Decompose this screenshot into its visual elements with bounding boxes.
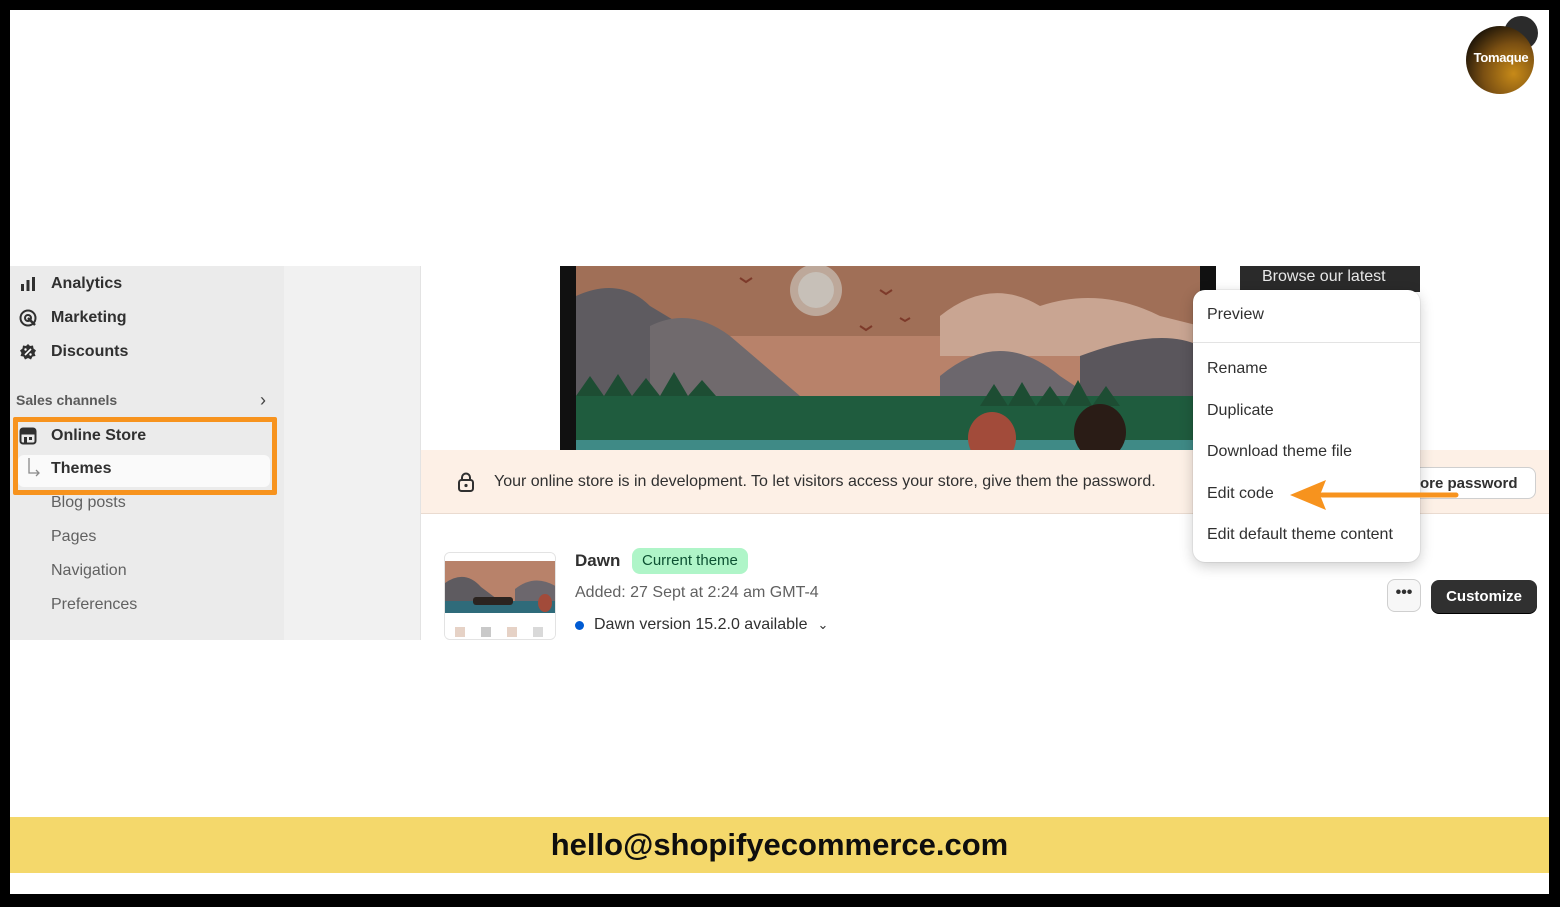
nav-preferences[interactable]: Preferences <box>51 596 137 614</box>
shopify-admin: Analytics Marketing Discounts Sales chan… <box>10 266 1549 640</box>
nav-discounts-label: Discounts <box>51 343 129 360</box>
theme-name: Dawn <box>575 551 621 570</box>
theme-version-notice[interactable]: Dawn version 15.2.0 available ⌄ <box>575 616 828 634</box>
nav-analytics-label: Analytics <box>51 275 123 292</box>
nav-blog-posts[interactable]: Blog posts <box>51 494 126 512</box>
pointer-arrow-icon <box>1288 478 1460 517</box>
preview-side-image: Browse our latest <box>1240 266 1420 292</box>
nav-navigation[interactable]: Navigation <box>51 562 127 580</box>
sidebar: Analytics Marketing Discounts Sales chan… <box>10 266 284 640</box>
analytics-icon <box>18 274 38 294</box>
current-theme-badge: Current theme <box>632 548 748 574</box>
tomaque-logo: Tomaque <box>1466 16 1538 94</box>
highlight-box <box>13 417 277 495</box>
discounts-icon <box>18 342 38 362</box>
menu-item-edit-default-theme-content[interactable]: Edit default theme content <box>1207 526 1393 544</box>
screenshot-frame: Tomaque Analytics Marketing Discounts Sa… <box>10 10 1549 894</box>
more-actions-button[interactable]: ••• <box>1387 579 1421 612</box>
menu-item-edit-code[interactable]: Edit code <box>1207 485 1274 503</box>
nav-marketing[interactable]: Marketing <box>18 304 127 332</box>
contact-email-bar[interactable]: hello@shopifyecommerce.com <box>10 817 1549 873</box>
menu-separator <box>1193 342 1420 343</box>
development-message: Your online store is in development. To … <box>494 473 1156 490</box>
nav-analytics[interactable]: Analytics <box>18 270 122 298</box>
menu-item-download-theme-file[interactable]: Download theme file <box>1207 443 1352 461</box>
theme-preview-image <box>560 266 1216 450</box>
sales-channels-label: Sales channels <box>16 392 118 408</box>
marketing-icon <box>18 308 38 328</box>
theme-thumbnail <box>444 552 556 640</box>
status-dot-icon <box>575 620 584 630</box>
menu-item-duplicate[interactable]: Duplicate <box>1207 402 1274 420</box>
sales-channels-header[interactable]: Sales channels › <box>16 390 266 410</box>
customize-button[interactable]: Customize <box>1431 580 1537 613</box>
theme-actions-menu: Preview Rename Duplicate Download theme … <box>1193 290 1420 562</box>
logo-text: Tomaque <box>1473 50 1529 65</box>
lock-icon <box>457 472 475 497</box>
nav-pages[interactable]: Pages <box>51 528 96 546</box>
chevron-down-icon: ⌄ <box>817 617 829 632</box>
theme-added-date: Added: 27 Sept at 2:24 am GMT-4 <box>575 584 819 601</box>
nav-discounts[interactable]: Discounts <box>18 338 128 366</box>
theme-version-text: Dawn version 15.2.0 available <box>594 616 808 633</box>
chevron-right-icon: › <box>260 390 266 410</box>
content-gutter <box>284 266 421 640</box>
nav-marketing-label: Marketing <box>51 309 127 326</box>
menu-item-preview[interactable]: Preview <box>1207 306 1264 324</box>
menu-item-rename[interactable]: Rename <box>1207 360 1267 378</box>
